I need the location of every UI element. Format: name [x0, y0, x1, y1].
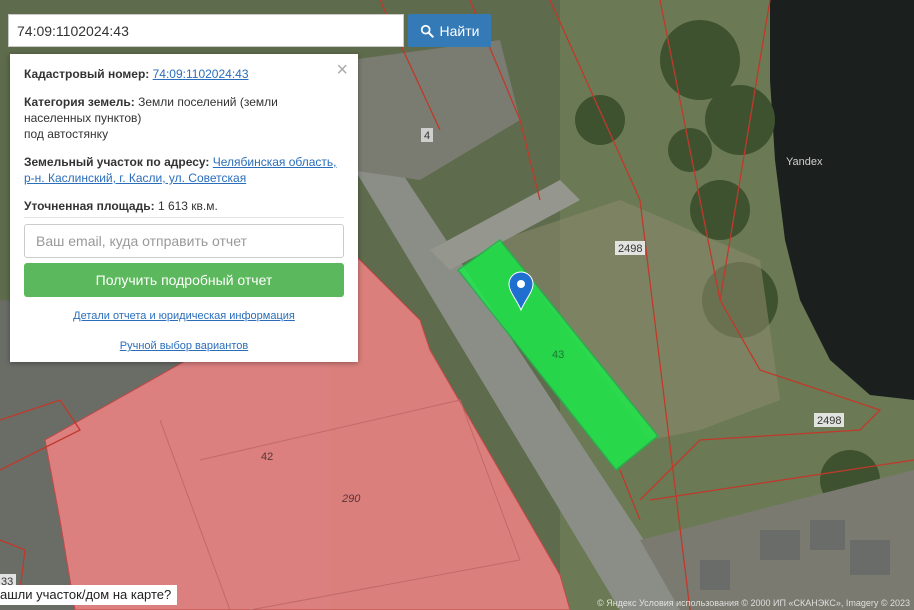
- parcel-label-2498-bottom: 2498: [817, 415, 841, 427]
- address-link-line2[interactable]: р-н. Каслинский, г. Касли, ул. Советская: [24, 171, 246, 185]
- parcel-label-42: 42: [261, 451, 273, 463]
- cadastral-row: Кадастровый номер: 74:09:1102024:43: [24, 66, 344, 82]
- email-field[interactable]: [24, 224, 344, 258]
- area-value: 1 613 кв.м.: [157, 199, 218, 213]
- search-button[interactable]: Найти: [408, 14, 491, 47]
- parcel-info-card: × Кадастровый номер: 74:09:1102024:43 Ка…: [10, 54, 358, 362]
- close-icon[interactable]: ×: [336, 60, 348, 80]
- yandex-watermark: Yandex: [786, 156, 823, 168]
- cadastral-number-link[interactable]: 74:09:1102024:43: [153, 67, 249, 81]
- category-value-line3: под автостянку: [24, 127, 109, 141]
- parcel-label-4: 4: [424, 130, 430, 142]
- category-value-line1: Земли поселений (земли: [138, 95, 278, 109]
- parcel-label-2498-top: 2498: [618, 243, 642, 255]
- found-parcel-question[interactable]: ашли участок/дом на карте?: [0, 585, 178, 605]
- manual-selection-link[interactable]: Ручной выбор вариантов: [120, 340, 248, 352]
- search-icon: [420, 24, 434, 38]
- category-label: Категория земель:: [24, 95, 135, 109]
- address-link-line1[interactable]: Челябинская область,: [213, 155, 337, 169]
- area-row: Уточненная площадь: 1 613 кв.м.: [24, 198, 344, 214]
- cadastral-label: Кадастровый номер:: [24, 67, 150, 81]
- address-row: Земельный участок по адресу: Челябинская…: [24, 154, 344, 186]
- search-button-label: Найти: [439, 22, 480, 39]
- parcel-label-43: 43: [552, 349, 564, 361]
- category-value-line2: населенных пунктов): [24, 111, 142, 125]
- area-label: Уточненная площадь:: [24, 199, 155, 213]
- card-divider: [24, 217, 344, 218]
- get-report-button[interactable]: Получить подробный отчет: [24, 263, 344, 297]
- address-label: Земельный участок по адресу:: [24, 155, 210, 169]
- report-details-link[interactable]: Детали отчета и юридическая информация: [73, 310, 295, 322]
- cadastral-search-input[interactable]: [8, 14, 404, 47]
- category-row: Категория земель: Земли поселений (земли…: [24, 94, 344, 142]
- map-attribution: © Яндекс Условия использования © 2000 ИП…: [597, 598, 910, 608]
- parcel-label-290: 290: [341, 493, 361, 505]
